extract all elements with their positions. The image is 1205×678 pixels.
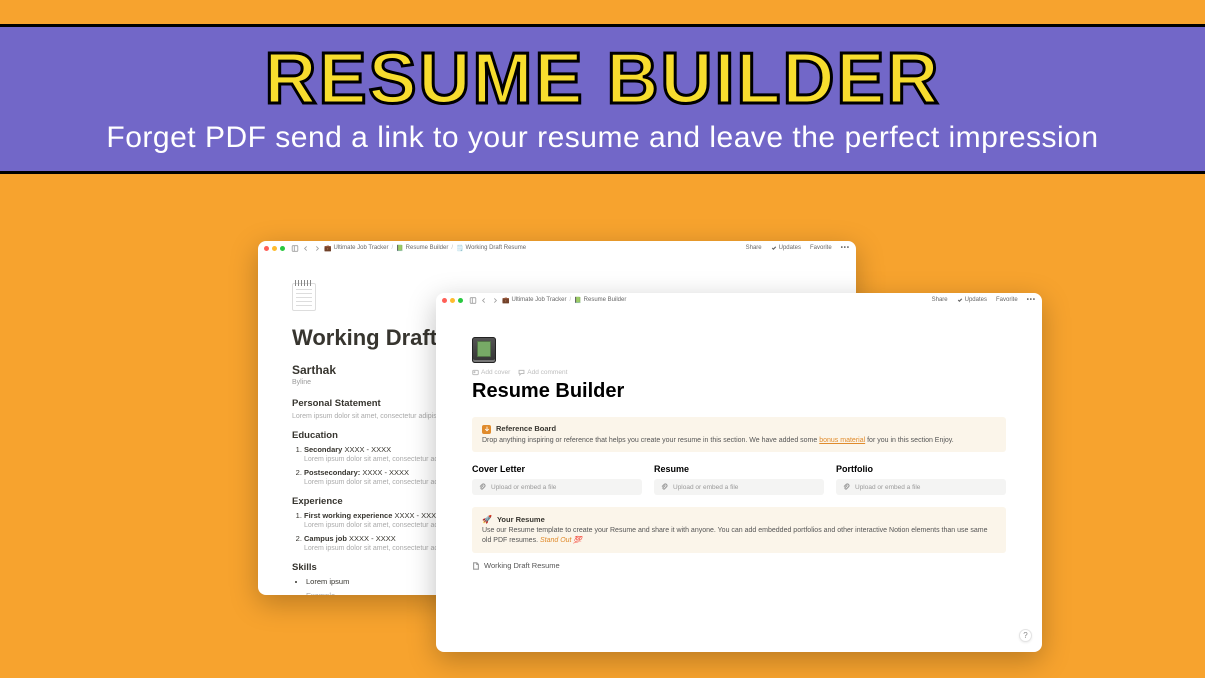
attachment-icon	[842, 483, 850, 491]
help-button[interactable]: ?	[1019, 629, 1032, 642]
hero-subtitle: Forget PDF send a link to your resume an…	[106, 121, 1098, 155]
close-icon[interactable]	[442, 298, 447, 303]
cover-letter-column: Cover Letter Upload or embed a file	[472, 464, 642, 495]
upload-placeholder: Upload or embed a file	[491, 484, 556, 491]
titlebar: 💼Ultimate Job Tracker / 📗Resume Builder …	[258, 241, 856, 255]
hero-band: RESUME BUILDER Forget PDF send a link to…	[0, 24, 1205, 174]
reference-board-callout: Reference Board Drop anything inspiring …	[472, 417, 1006, 452]
callout-heading: Your Resume	[497, 515, 545, 526]
column-heading: Resume	[654, 464, 824, 474]
window-controls[interactable]	[264, 246, 285, 251]
breadcrumb-leaf[interactable]: 📗Resume Builder	[574, 297, 626, 304]
updates-button[interactable]: Updates	[957, 297, 987, 303]
hero-title: RESUME BUILDER	[264, 43, 940, 115]
upload-columns: Cover Letter Upload or embed a file Resu…	[472, 464, 1006, 495]
upload-dropzone[interactable]: Upload or embed a file	[836, 479, 1006, 495]
share-button[interactable]: Share	[746, 245, 762, 251]
favorite-button[interactable]: Favorite	[996, 297, 1018, 303]
item-range: XXXX - XXXX	[344, 445, 391, 454]
item-range: XXXX - XXXX	[362, 468, 409, 477]
sidebar-toggle-icon[interactable]	[291, 245, 299, 252]
book-icon: 📗	[574, 297, 581, 304]
minimize-icon[interactable]	[450, 298, 455, 303]
callout-body-post: for you in this section Enjoy.	[865, 437, 954, 444]
breadcrumb-root[interactable]: 💼Ultimate Job Tracker	[324, 245, 389, 252]
item-label: First working experience	[304, 511, 392, 520]
item-label: Campus job	[304, 534, 347, 543]
breadcrumb-separator: /	[570, 297, 572, 303]
page-title[interactable]: Resume Builder	[472, 380, 1006, 403]
briefcase-icon: 💼	[502, 297, 509, 304]
breadcrumb-separator: /	[392, 245, 394, 251]
upload-placeholder: Upload or embed a file	[855, 484, 920, 491]
forward-icon[interactable]	[313, 245, 321, 252]
working-draft-link[interactable]: Working Draft Resume	[472, 561, 1006, 570]
your-resume-callout: 🚀 Your Resume Use our Resume template to…	[472, 507, 1006, 553]
link-label: Working Draft Resume	[484, 561, 560, 570]
more-button[interactable]: •••	[1027, 297, 1036, 303]
callout-heading: Reference Board	[496, 424, 556, 435]
standout-text: Stand Out 💯	[540, 537, 582, 544]
book-page-icon[interactable]	[472, 337, 496, 363]
forward-icon[interactable]	[491, 297, 499, 304]
window-controls[interactable]	[442, 298, 463, 303]
titlebar: 💼Ultimate Job Tracker / 📗Resume Builder …	[436, 293, 1042, 307]
attachment-icon	[478, 483, 486, 491]
book-icon: 📗	[396, 245, 403, 252]
bonus-material-link[interactable]: bonus material	[819, 437, 865, 444]
minimize-icon[interactable]	[272, 246, 277, 251]
breadcrumb-root[interactable]: 💼Ultimate Job Tracker	[502, 297, 567, 304]
close-icon[interactable]	[264, 246, 269, 251]
page-body: Add cover Add comment Resume Builder Ref…	[436, 307, 1042, 570]
rocket-icon: 🚀	[482, 514, 492, 525]
notepad-icon: 🗒️	[456, 245, 463, 252]
breadcrumb-leaf[interactable]: 🗒️Working Draft Resume	[456, 245, 526, 252]
notepad-page-icon[interactable]	[292, 283, 316, 311]
back-icon[interactable]	[480, 297, 488, 304]
item-label: Postsecondary:	[304, 468, 360, 477]
breadcrumb-separator: /	[451, 245, 453, 251]
page-icon	[472, 562, 480, 570]
favorite-button[interactable]: Favorite	[810, 245, 832, 251]
column-heading: Portfolio	[836, 464, 1006, 474]
item-range: XXXX - XXXX	[394, 511, 441, 520]
breadcrumb-mid[interactable]: 📗Resume Builder	[396, 245, 448, 252]
upload-placeholder: Upload or embed a file	[673, 484, 738, 491]
more-button[interactable]: •••	[841, 245, 850, 251]
share-button[interactable]: Share	[932, 297, 948, 303]
down-arrow-icon	[482, 425, 491, 434]
portfolio-column: Portfolio Upload or embed a file	[836, 464, 1006, 495]
item-label: Secondary	[304, 445, 342, 454]
page-meta-actions: Add cover Add comment	[472, 369, 1006, 376]
resume-builder-window: 💼Ultimate Job Tracker / 📗Resume Builder …	[436, 293, 1042, 652]
back-icon[interactable]	[302, 245, 310, 252]
maximize-icon[interactable]	[458, 298, 463, 303]
attachment-icon	[660, 483, 668, 491]
briefcase-icon: 💼	[324, 245, 331, 252]
callout-body-pre: Drop anything inspiring or reference tha…	[482, 437, 819, 444]
updates-button[interactable]: Updates	[771, 245, 801, 251]
add-cover-button[interactable]: Add cover	[472, 369, 510, 376]
upload-dropzone[interactable]: Upload or embed a file	[654, 479, 824, 495]
column-heading: Cover Letter	[472, 464, 642, 474]
add-comment-button[interactable]: Add comment	[518, 369, 567, 376]
maximize-icon[interactable]	[280, 246, 285, 251]
upload-dropzone[interactable]: Upload or embed a file	[472, 479, 642, 495]
item-range: XXXX - XXXX	[349, 534, 396, 543]
resume-column: Resume Upload or embed a file	[654, 464, 824, 495]
sidebar-toggle-icon[interactable]	[469, 297, 477, 304]
